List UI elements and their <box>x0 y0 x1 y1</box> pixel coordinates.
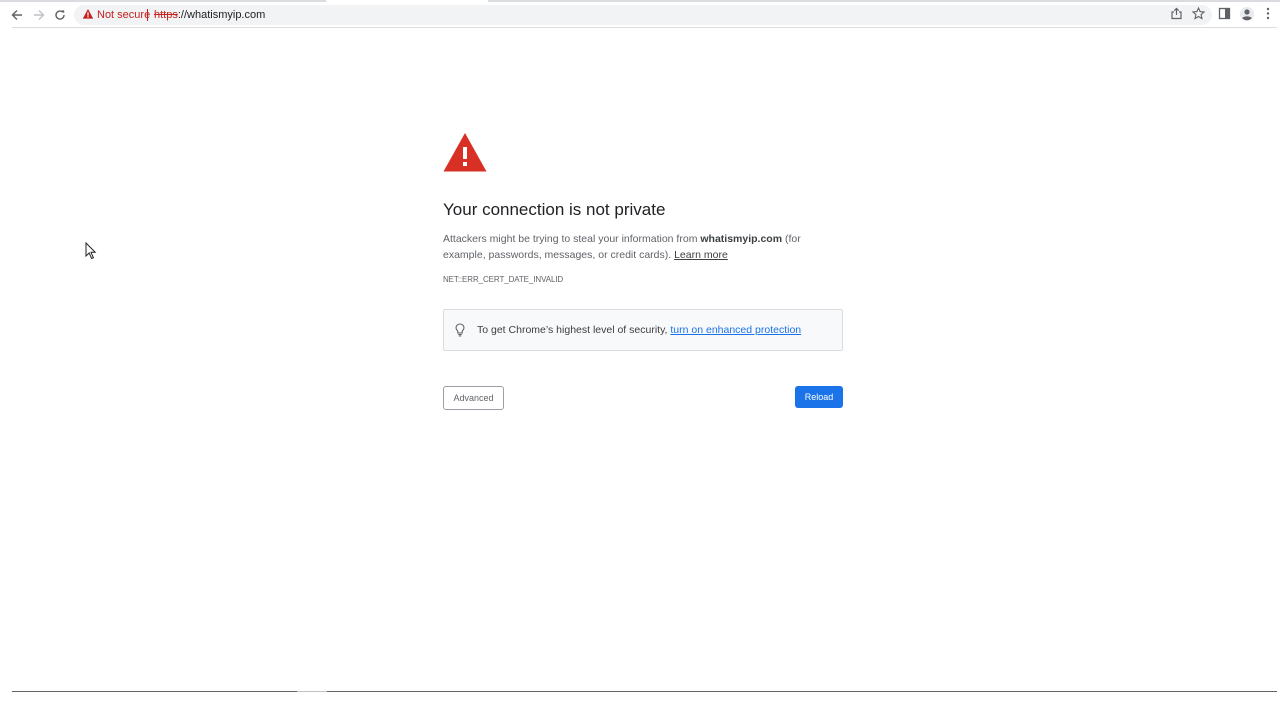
share-button[interactable] <box>1170 7 1183 25</box>
error-code[interactable]: NET::ERR_CERT_DATE_INVALID <box>443 274 563 286</box>
share-icon <box>1171 7 1182 20</box>
warning-triangle-icon[interactable] <box>82 8 94 20</box>
bottom-divider <box>12 691 1277 692</box>
star-icon <box>1191 6 1206 20</box>
address-bar[interactable]: Not secure https://whatismyip.com <box>74 5 1212 25</box>
message-domain: whatismyip.com <box>700 233 783 245</box>
learn-more-link[interactable]: Learn more <box>674 249 728 261</box>
profile-button[interactable] <box>1239 6 1255 27</box>
security-status-label[interactable]: Not secure <box>97 8 150 22</box>
browser-toolbar: Not secure https://whatismyip.com <box>0 0 1280 29</box>
url-scheme: https <box>154 9 178 21</box>
message-prefix: Attackers might be trying to steal your … <box>443 233 701 245</box>
profile-icon <box>1240 7 1254 21</box>
reload-icon <box>54 9 65 20</box>
lightbulb-icon <box>455 323 465 337</box>
bookmark-button[interactable] <box>1191 6 1206 25</box>
url-host: ://whatismyip.com <box>177 9 266 21</box>
mouse-cursor-icon <box>85 242 97 260</box>
forward-button[interactable] <box>30 6 47 23</box>
arrow-left-icon <box>11 9 22 20</box>
active-tab-indicator[interactable] <box>326 0 488 2</box>
reload-page-button[interactable] <box>51 6 68 23</box>
toolbar-divider <box>12 27 1277 28</box>
side-panel-button[interactable] <box>1218 7 1231 25</box>
back-button[interactable] <box>8 6 25 23</box>
bottom-divider-gap <box>297 691 327 692</box>
advanced-button[interactable]: Advanced <box>443 386 504 410</box>
tab-strip-edge <box>0 0 1280 2</box>
browser-menu-button[interactable] <box>1264 7 1272 25</box>
security-separator <box>147 9 148 21</box>
url-text[interactable]: https://whatismyip.com <box>154 8 265 22</box>
enhanced-protection-promo: To get Chrome’s highest level of securit… <box>443 309 843 351</box>
page-heading: Your connection is not private <box>443 200 666 219</box>
promo-message: To get Chrome’s highest level of securit… <box>477 324 671 336</box>
reload-button[interactable]: Reload <box>795 386 843 408</box>
promo-text: To get Chrome’s highest level of securit… <box>477 323 801 337</box>
arrow-right-icon <box>33 9 44 20</box>
kebab-menu-icon <box>1266 7 1270 20</box>
side-panel-icon <box>1218 7 1231 20</box>
warning-triangle-icon <box>443 133 487 172</box>
main-message: Attackers might be trying to steal your … <box>443 231 843 263</box>
enhanced-protection-link[interactable]: turn on enhanced protection <box>670 324 801 336</box>
